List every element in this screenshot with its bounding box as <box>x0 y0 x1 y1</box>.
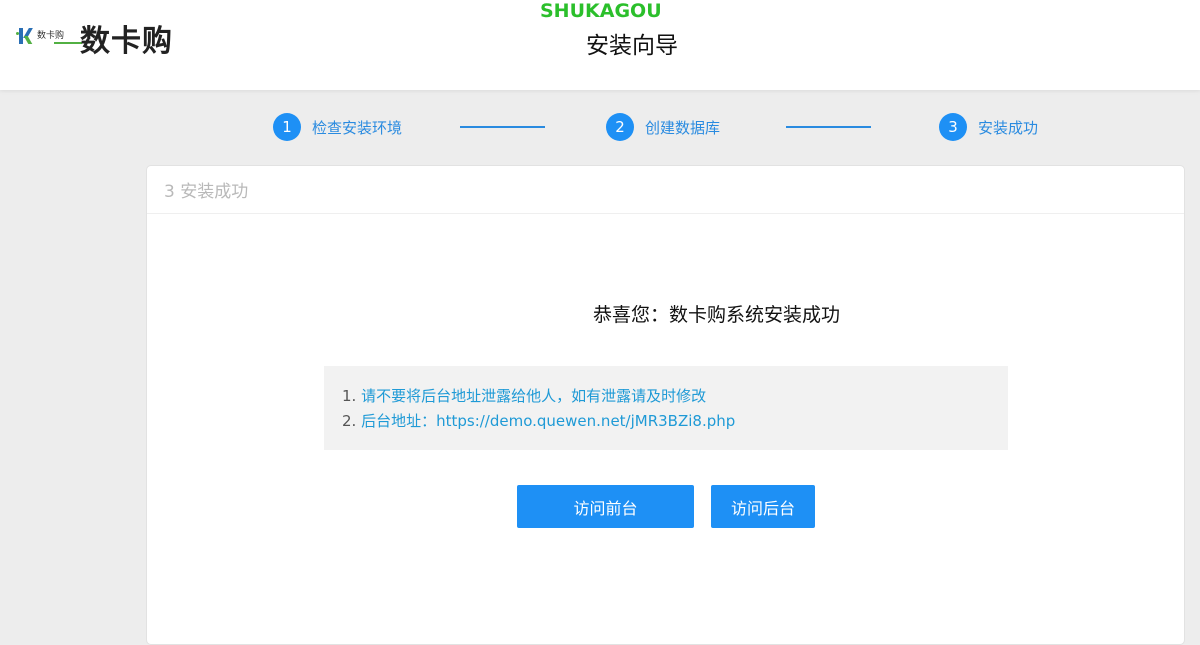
success-message: 恭喜您：数卡购系统安装成功 <box>592 304 840 326</box>
step-label: 创建数据库 <box>645 118 721 137</box>
step-create-database: 2 创建数据库 <box>606 112 720 142</box>
step-label: 安装成功 <box>978 118 1039 137</box>
install-steps: 1 检查安装环境 2 创建数据库 3 安装成功 <box>0 112 1200 144</box>
step-connector <box>460 126 545 128</box>
notice-line: 1. 请不要将后台地址泄露给他人，如有泄露请及时修改 <box>342 387 707 405</box>
visit-frontend-button[interactable]: 访问前台 <box>517 485 694 528</box>
step-number: 3 <box>939 113 967 141</box>
watermark-text: SHUKAGOU <box>540 0 662 22</box>
step-check-environment: 1 检查安装环境 <box>273 112 402 142</box>
admin-url-link[interactable]: 后台地址：https://demo.quewen.net/jMR3BZi8.ph… <box>361 412 735 430</box>
brand-name: 数卡购 <box>80 24 173 59</box>
logo-text: 数卡购 <box>37 31 65 41</box>
logo[interactable]: 数卡购 <box>16 24 82 48</box>
install-result-card: 3 安装成功 恭喜您：数卡购系统安装成功 1. 请不要将后台地址泄露给他人，如有… <box>146 165 1185 645</box>
card-header: 3 安装成功 <box>147 166 1184 214</box>
page-title: 安装向导 <box>586 33 678 59</box>
notice-box: 1. 请不要将后台地址泄露给他人，如有泄露请及时修改 2. 后台地址：https… <box>324 366 1008 450</box>
step-connector <box>786 126 871 128</box>
step-install-success: 3 安装成功 <box>939 112 1038 142</box>
top-header: 数卡购 数卡购 SHUKAGOU 安装向导 <box>0 0 1200 90</box>
visit-backend-button[interactable]: 访问后台 <box>711 485 815 528</box>
step-number: 1 <box>273 113 301 141</box>
notice-line: 2. 后台地址：https://demo.quewen.net/jMR3BZi8… <box>342 412 736 430</box>
step-number: 2 <box>606 113 634 141</box>
step-label: 检查安装环境 <box>312 118 403 137</box>
logo-k-icon <box>16 26 34 46</box>
